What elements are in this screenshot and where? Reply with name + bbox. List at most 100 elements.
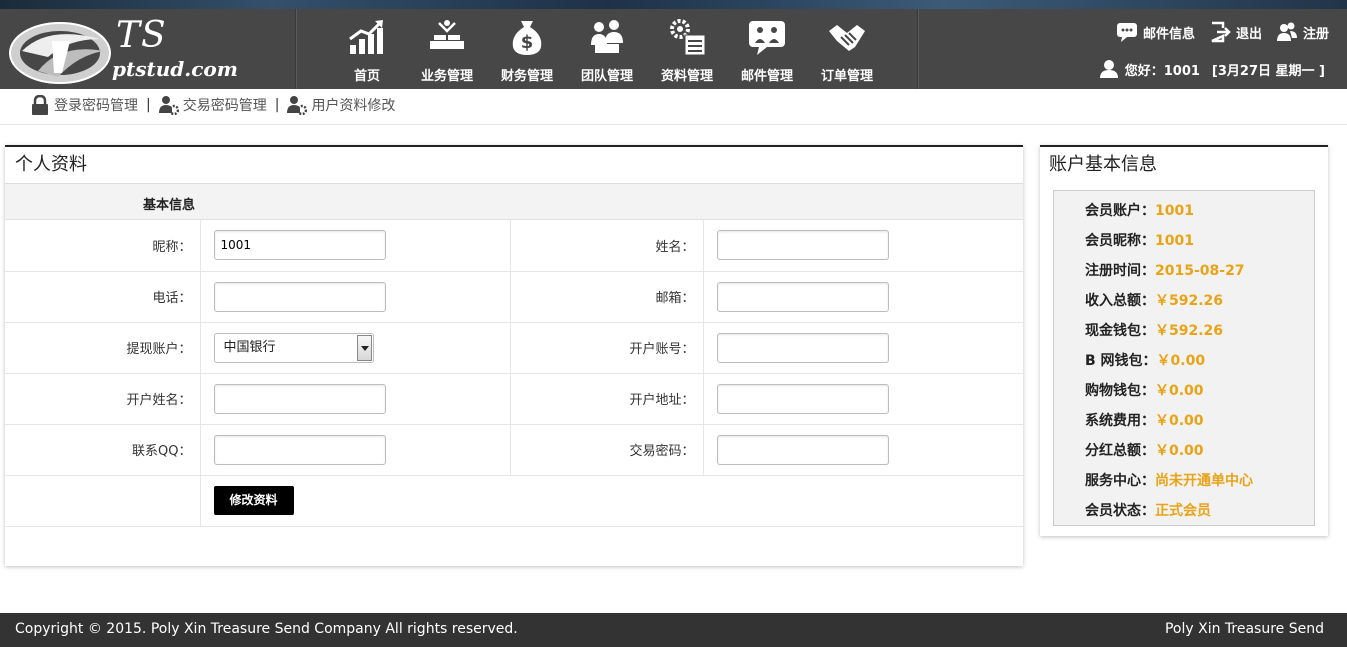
info-row-cash-wallet: 现金钱包：￥592.26 [1054, 316, 1314, 346]
footer-company: Poly Xin Treasure Send [1164, 621, 1324, 637]
info-label: 收入总额： [1085, 293, 1155, 309]
register-link[interactable]: 注册 [1276, 21, 1329, 43]
nav-label: 首页 [353, 69, 380, 84]
basic-info-header: 基本信息 [5, 184, 1023, 220]
info-row-member-id: 会员账户：1001 [1054, 196, 1314, 226]
nav-item-profile-mgmt[interactable]: 资料管理 [647, 9, 727, 89]
account-info-panel: 账户基本信息 会员账户：1001 会员昵称：1001 注册时间：2015-08-… [1040, 145, 1328, 536]
mail-info-link[interactable]: 邮件信息 [1116, 21, 1195, 43]
nav-item-team[interactable]: 团队管理 [567, 9, 647, 89]
logo[interactable]: TS ptstud.com [4, 15, 294, 87]
logout-link[interactable]: 退出 [1209, 21, 1262, 43]
nav-item-mail[interactable]: 邮件管理 [727, 9, 807, 89]
gear-list-icon [670, 19, 706, 56]
email-label: 邮箱： [510, 271, 704, 323]
bank-account-field[interactable] [716, 332, 889, 363]
account-holder-field[interactable] [213, 383, 386, 414]
phone-field[interactable] [213, 281, 386, 312]
header-actions: 邮件信息 退出 注册 [1116, 21, 1329, 43]
user-icon [1099, 60, 1118, 78]
name-label: 姓名： [510, 220, 704, 272]
trade-password-label: 交易密码管理 [182, 98, 267, 114]
basic-info-label: 基本信息 [143, 198, 196, 213]
message-icon [1116, 23, 1137, 42]
logout-label: 退出 [1235, 26, 1262, 42]
svg-text:$: $ [521, 32, 534, 53]
lock-icon [32, 95, 48, 115]
header: TS ptstud.com 首页 业务管理 $ 财务管理 团队管理 资料管理 邮… [0, 9, 1347, 89]
logout-icon [1211, 21, 1231, 43]
info-label: 会员昵称： [1085, 233, 1155, 249]
info-value: ￥592.26 [1155, 323, 1224, 339]
nav-label: 订单管理 [820, 69, 873, 84]
withdraw-account-select[interactable]: 中国银行 [213, 332, 374, 363]
profile-panel: 个人资料 基本信息 昵称： 姓名： 电话： 邮箱： 提现账户： 中国银行 开户账… [5, 145, 1023, 566]
info-row-b-wallet: B 网钱包：￥0.00 [1054, 346, 1314, 376]
login-password-label: 登录密码管理 [54, 98, 138, 114]
logo-emblem-icon [9, 22, 111, 84]
user-greeting: 您好：1001 [3月27日 星期一 ] [1099, 59, 1325, 79]
nav-item-business[interactable]: 业务管理 [407, 9, 487, 89]
form-row: 联系QQ： 交易密码： [5, 424, 1023, 476]
chevron-down-icon[interactable] [356, 334, 372, 361]
phone-label: 电话： [5, 271, 201, 323]
login-password-link[interactable]: 登录密码管理 [30, 95, 138, 115]
nav-item-orders[interactable]: 订单管理 [807, 9, 887, 89]
header-divider [917, 9, 919, 89]
info-value: ￥0.00 [1155, 443, 1204, 459]
qq-label: 联系QQ： [5, 424, 201, 476]
profile-edit-label: 用户资料修改 [311, 98, 396, 114]
subnav-separator: | [146, 97, 151, 113]
main-nav: 首页 业务管理 $ 财务管理 团队管理 资料管理 邮件管理 订单管理 [327, 9, 887, 89]
footer: Copyright © 2015. Poly Xin Treasure Send… [0, 613, 1347, 647]
header-divider [295, 9, 297, 89]
register-label: 注册 [1302, 26, 1329, 42]
trade-password-link[interactable]: 交易密码管理 [158, 95, 267, 115]
form-row: 修改资料 [5, 475, 1023, 527]
account-info-title: 账户基本信息 [1049, 154, 1157, 175]
info-label: 注册时间： [1085, 263, 1155, 279]
trade-password-field[interactable] [716, 434, 889, 465]
copyright-text: Copyright © 2015. Poly Xin Treasure Send… [15, 621, 518, 637]
nav-item-home[interactable]: 首页 [327, 9, 407, 89]
withdraw-account-label: 提现账户： [5, 322, 201, 374]
mail-info-label: 邮件信息 [1142, 26, 1195, 42]
info-row-dividend: 分红总额：￥0.00 [1054, 436, 1314, 466]
user-gear-icon [287, 96, 308, 115]
logo-url-text: ptstud.com [112, 57, 238, 81]
profile-edit-link[interactable]: 用户资料修改 [287, 95, 395, 115]
bank-account-label: 开户账号： [510, 322, 704, 374]
name-field[interactable] [716, 230, 889, 261]
logo-ts-text: TS [116, 15, 167, 56]
info-label: 系统费用： [1085, 413, 1155, 429]
bank-address-label: 开户地址： [510, 373, 704, 425]
info-label: 分红总额： [1085, 443, 1155, 459]
nav-item-finance[interactable]: $ 财务管理 [487, 9, 567, 89]
info-value: 1001 [1155, 233, 1194, 249]
chat-icon [749, 21, 785, 55]
info-label: 现金钱包： [1085, 323, 1155, 339]
form-row: 开户姓名： 开户地址： [5, 373, 1023, 425]
nickname-field[interactable] [213, 230, 386, 261]
info-row-shopping-wallet: 购物钱包：￥0.00 [1054, 376, 1314, 406]
handshake-icon [829, 25, 865, 51]
info-row-nickname: 会员昵称：1001 [1054, 226, 1314, 256]
update-profile-button[interactable]: 修改资料 [213, 486, 294, 515]
info-label: 会员状态： [1085, 503, 1155, 519]
nav-label: 资料管理 [660, 69, 713, 84]
nav-label: 邮件管理 [740, 69, 793, 84]
withdraw-account-value: 中国银行 [223, 339, 276, 355]
info-label: B 网钱包： [1085, 353, 1157, 369]
date-text: [3月27日 星期一 ] [1211, 63, 1325, 79]
bank-address-field[interactable] [716, 383, 889, 414]
qq-field[interactable] [213, 434, 386, 465]
team-icon [591, 20, 623, 53]
info-value: 正式会员 [1155, 503, 1211, 519]
info-row-register-date: 注册时间：2015-08-27 [1054, 256, 1314, 286]
email-field[interactable] [716, 281, 889, 312]
info-value: ￥0.00 [1156, 353, 1206, 369]
info-value: 2015-08-27 [1155, 263, 1245, 279]
info-row-system-fee: 系统费用：￥0.00 [1054, 406, 1314, 436]
profile-panel-title: 个人资料 [5, 147, 1023, 184]
subnav-separator: | [274, 97, 280, 113]
